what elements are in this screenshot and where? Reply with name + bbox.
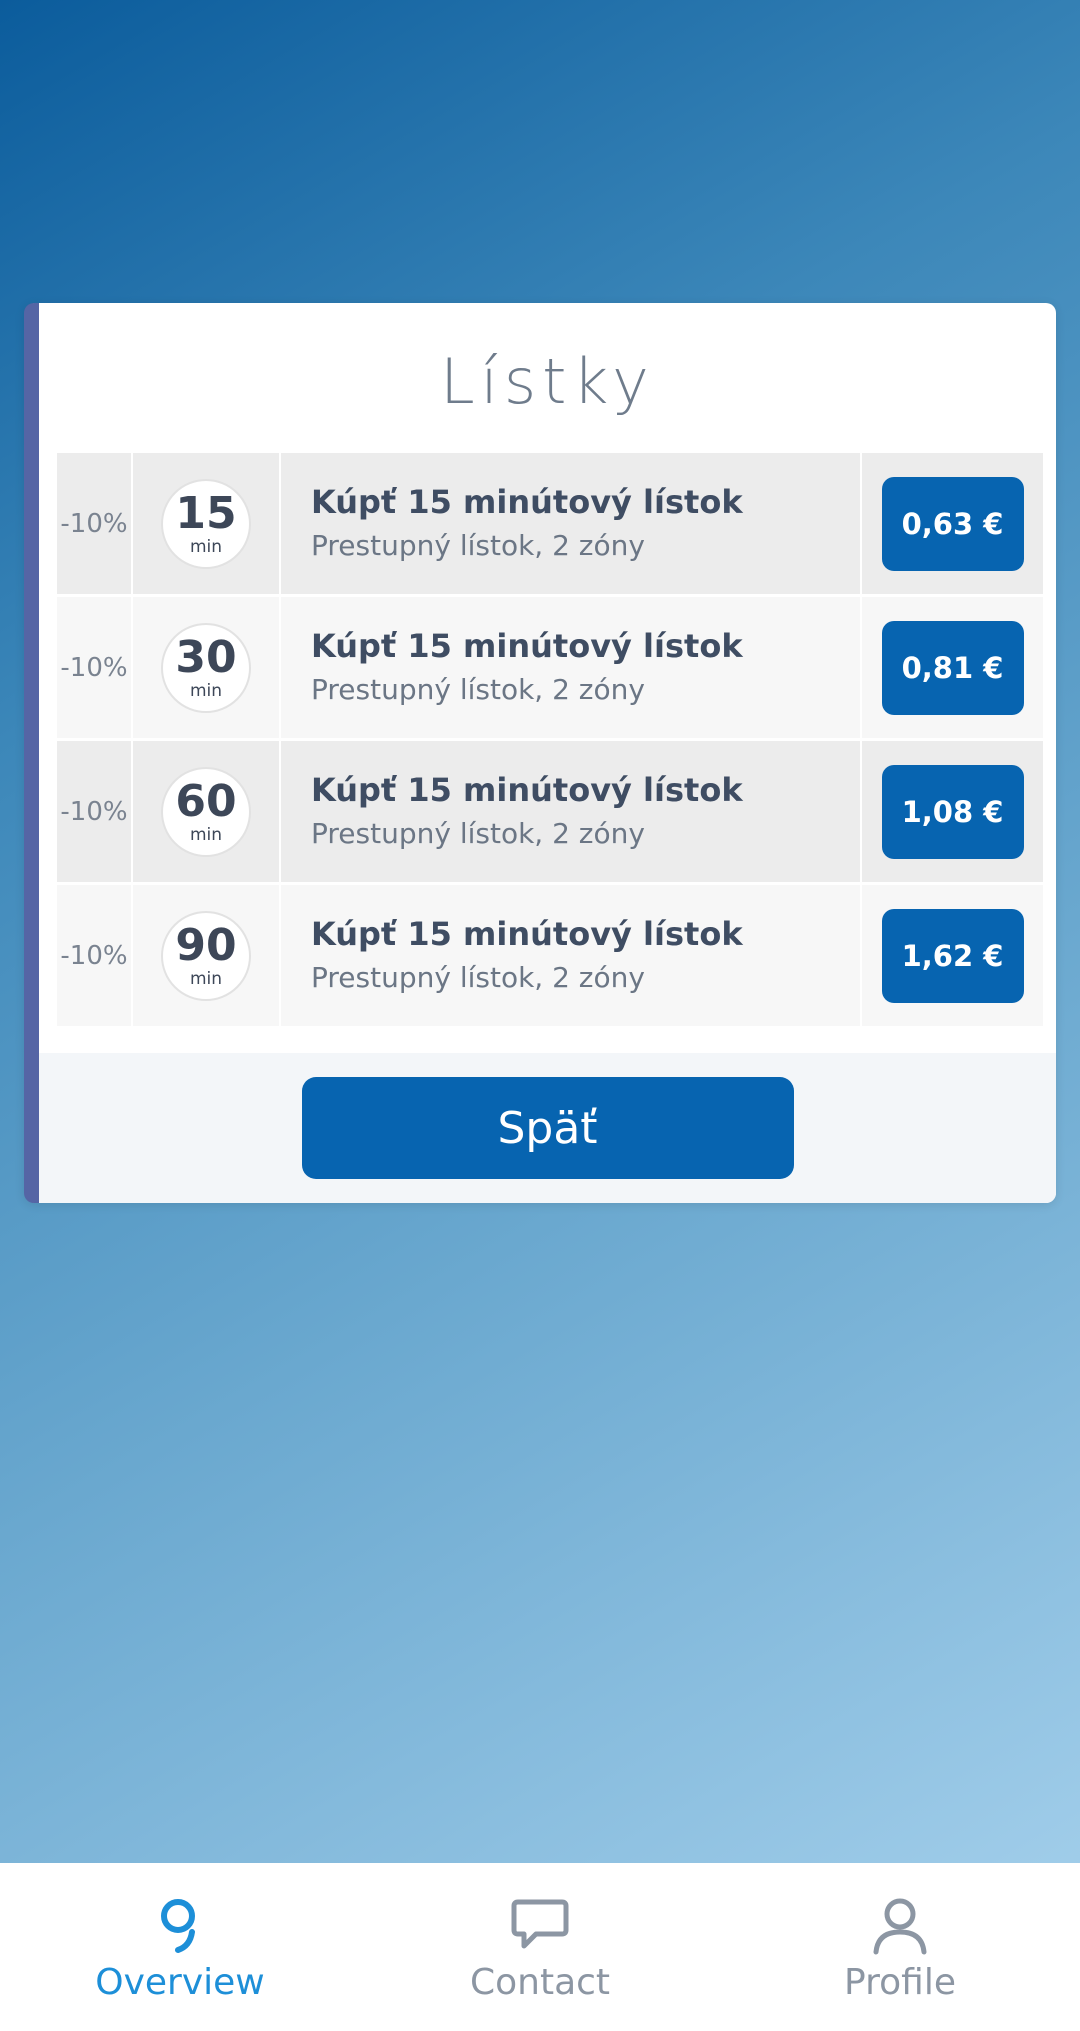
duration-cell: 60 min: [133, 741, 279, 882]
nav-label-profile: Profile: [844, 1961, 956, 2003]
nav-item-overview[interactable]: Overview: [30, 1892, 330, 2003]
bottom-navigation: Overview Contact Profile: [0, 1863, 1080, 2031]
duration-cell: 30 min: [133, 597, 279, 738]
buy-price-button[interactable]: 0,81 €: [881, 620, 1024, 715]
ticket-row-60: -10% 60 min Kúpť 15 minútový lístok Pres…: [57, 741, 1043, 882]
duration-unit: min: [189, 680, 223, 701]
overview-icon: [161, 1898, 195, 1953]
duration-unit: min: [189, 968, 223, 989]
price-cell: 0,81 €: [862, 597, 1043, 738]
duration-minutes: 15: [175, 487, 237, 539]
duration-minutes: 30: [175, 631, 237, 683]
buy-price-button[interactable]: 1,08 €: [881, 764, 1024, 859]
duration-unit: min: [189, 536, 223, 557]
ticket-title: Kúpť 15 minútový lístok: [311, 482, 743, 521]
duration-cell: 15 min: [133, 453, 279, 594]
duration-badge: 60 min: [161, 766, 251, 857]
duration-minutes: 60: [175, 775, 237, 827]
chat-bubble-icon: [511, 1899, 569, 1948]
ticket-subtitle: Prestupný lístok, 2 zóny: [311, 672, 645, 706]
duration-cell: 90 min: [133, 885, 279, 1026]
ticket-subtitle: Prestupný lístok, 2 zóny: [311, 528, 645, 562]
ticket-list: -10% 15 min Kúpť 15 minútový lístok Pres…: [57, 453, 1043, 1029]
duration-minutes: 90: [175, 919, 237, 971]
nav-label-overview: Overview: [95, 1961, 265, 2003]
buy-price-button[interactable]: 0,63 €: [881, 476, 1024, 571]
ticket-title: Kúpť 15 minútový lístok: [311, 914, 743, 953]
ticket-row-15: -10% 15 min Kúpť 15 minútový lístok Pres…: [57, 453, 1043, 594]
ticket-row-30: -10% 30 min Kúpť 15 minútový lístok Pres…: [57, 597, 1043, 738]
tickets-card: Lístky -10% 15 min Kúpť 15 minútový líst…: [24, 303, 1056, 1203]
duration-unit: min: [189, 824, 223, 845]
ticket-info: Kúpť 15 minútový lístok Prestupný lístok…: [281, 597, 860, 738]
discount-label: -10%: [57, 741, 131, 882]
discount-label: -10%: [57, 597, 131, 738]
price-cell: 1,08 €: [862, 741, 1043, 882]
nav-item-profile[interactable]: Profile: [750, 1892, 1050, 2003]
ticket-title: Kúpť 15 minútový lístok: [311, 626, 743, 665]
discount-label: -10%: [57, 453, 131, 594]
user-icon: [873, 1898, 927, 1954]
ticket-info: Kúpť 15 minútový lístok Prestupný lístok…: [281, 885, 860, 1026]
ticket-subtitle: Prestupný lístok, 2 zóny: [311, 816, 645, 850]
card-footer: Späť: [39, 1053, 1056, 1203]
ticket-info: Kúpť 15 minútový lístok Prestupný lístok…: [281, 741, 860, 882]
nav-item-contact[interactable]: Contact: [390, 1892, 690, 2003]
buy-price-button[interactable]: 1,62 €: [881, 908, 1024, 1003]
ticket-info: Kúpť 15 minútový lístok Prestupný lístok…: [281, 453, 860, 594]
back-button[interactable]: Späť: [301, 1077, 794, 1179]
nav-label-contact: Contact: [469, 1961, 611, 2003]
card-title: Lístky: [440, 345, 655, 418]
ticket-row-90: -10% 90 min Kúpť 15 minútový lístok Pres…: [57, 885, 1043, 1026]
price-cell: 0,63 €: [862, 453, 1043, 594]
ticket-subtitle: Prestupný lístok, 2 zóny: [311, 960, 645, 994]
duration-badge: 90 min: [161, 910, 251, 1001]
discount-label: -10%: [57, 885, 131, 1026]
ticket-title: Kúpť 15 minútový lístok: [311, 770, 743, 809]
price-cell: 1,62 €: [862, 885, 1043, 1026]
duration-badge: 30 min: [161, 622, 251, 713]
duration-badge: 15 min: [161, 478, 251, 569]
